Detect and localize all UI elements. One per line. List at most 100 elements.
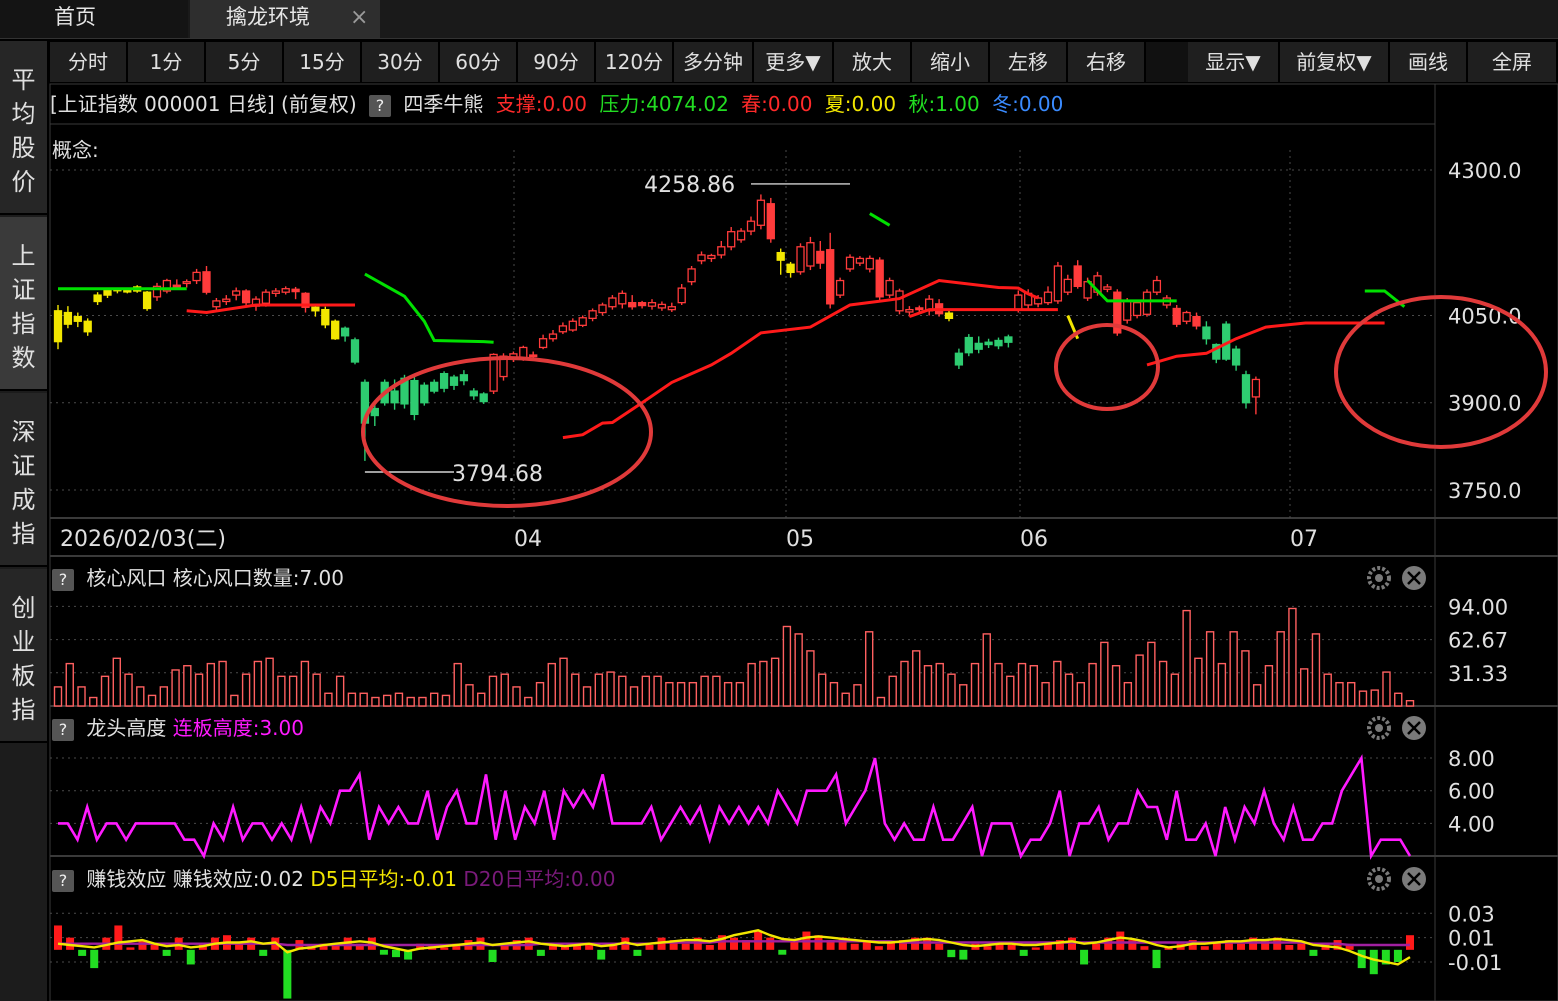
core-wind-bar — [582, 686, 592, 707]
candle-body — [875, 259, 884, 298]
panel2-title: 龙头高度 — [86, 716, 167, 740]
core-wind-bar — [1100, 641, 1109, 707]
candle-body — [192, 271, 201, 282]
candle-body — [548, 333, 558, 340]
candle-body — [311, 306, 320, 312]
core-wind-bar — [477, 692, 486, 707]
candle-body — [558, 325, 568, 333]
core-wind-bar — [688, 681, 698, 707]
core-wind-bar — [171, 669, 180, 707]
candle-body — [350, 339, 360, 363]
p1-y-tick-label: 94.00 — [1448, 595, 1508, 619]
core-wind-bar — [806, 650, 815, 707]
main-y-tick-label: 3900.0 — [1448, 392, 1521, 416]
highlight-circle-3 — [1334, 295, 1548, 449]
candle-body — [1231, 348, 1241, 366]
core-wind-bar — [441, 694, 451, 707]
candle-body — [657, 303, 667, 309]
core-wind-bar — [959, 684, 968, 707]
core-wind-bar — [735, 681, 745, 707]
profit-effect-bar — [392, 949, 400, 958]
core-wind-bar — [136, 686, 145, 707]
panel-settings-icon[interactable] — [1367, 716, 1391, 740]
core-wind-bar — [124, 673, 133, 707]
core-wind-bar — [312, 673, 321, 707]
candle-body — [786, 263, 795, 274]
core-wind-bar — [1088, 662, 1097, 707]
panel1-value: 核心风口数量:7.00 — [172, 566, 344, 590]
candle-body — [628, 302, 637, 308]
profit-effect-bar — [597, 949, 606, 960]
panel2-help-icon[interactable]: ? — [52, 718, 74, 741]
core-wind-bar — [1276, 631, 1285, 707]
profit-effect-bar — [78, 949, 87, 956]
candle-body — [766, 203, 775, 240]
panel3-help-icon[interactable]: ? — [52, 869, 74, 892]
core-wind-bar — [1076, 681, 1086, 707]
core-wind-bar — [676, 681, 686, 707]
p1-y-tick-label: 62.67 — [1448, 629, 1508, 653]
core-wind-bar — [1135, 654, 1144, 707]
candle-body — [865, 257, 874, 270]
candle-body — [1073, 265, 1082, 288]
panel1-help-icon[interactable]: ? — [52, 568, 74, 591]
profit-effect-bar — [379, 949, 388, 955]
core-wind-bar — [1323, 673, 1332, 707]
candle-body — [806, 242, 815, 267]
core-wind-bar — [265, 657, 274, 707]
panel2-value: 连板高度:3.00 — [172, 716, 304, 740]
candle-body — [222, 298, 231, 303]
candle-body — [697, 254, 706, 262]
core-wind-bar — [1064, 673, 1074, 707]
panel3-d5: D5日平均:-0.01 — [310, 867, 457, 891]
candle-body — [63, 311, 73, 325]
core-wind-bar — [371, 696, 380, 707]
profit-effect-bar — [54, 925, 62, 950]
core-wind-bar — [453, 662, 462, 707]
profit-effect-bar — [959, 949, 968, 960]
candle-body — [885, 279, 894, 296]
candle-body — [103, 289, 112, 296]
profit-effect-bar — [1237, 943, 1245, 950]
core-wind-bar — [747, 662, 756, 707]
core-wind-bar — [900, 660, 909, 707]
chart-canvas[interactable]: 4300.04050.03900.03750.02026/02/03(二) 04 0… — [0, 0, 1558, 1001]
core-wind-bar — [865, 631, 874, 707]
p2-y-tick-label: 6.00 — [1448, 780, 1495, 804]
profit-effect-bar — [1357, 949, 1366, 969]
core-wind-bar — [112, 657, 121, 707]
core-wind-bar — [1347, 681, 1356, 707]
candle-body — [667, 306, 676, 311]
panel3-value: 赚钱效应:0.02 — [172, 867, 304, 891]
panel-settings-icon[interactable] — [1367, 566, 1391, 590]
candle-body — [964, 336, 973, 354]
core-wind-bar — [1264, 665, 1274, 707]
core-wind-bar — [230, 694, 239, 707]
candle-body — [123, 289, 132, 293]
candle-body — [340, 327, 350, 337]
candle-body — [459, 374, 469, 382]
candle-body — [182, 281, 191, 285]
candle-body — [1103, 286, 1112, 290]
panel-settings-icon[interactable] — [1367, 867, 1391, 891]
candle-body — [1152, 279, 1162, 293]
core-wind-bar — [218, 660, 227, 707]
core-wind-bar — [206, 662, 216, 707]
profit-effect-bar — [90, 949, 99, 969]
candle-body — [954, 352, 964, 366]
core-wind-bar — [629, 686, 639, 707]
core-wind-bar — [1335, 681, 1344, 707]
core-wind-bar — [1311, 633, 1321, 707]
candle-body — [1123, 300, 1132, 321]
panel-close-icon[interactable] — [1402, 867, 1426, 891]
candle-body — [1142, 291, 1152, 315]
panel-close-icon[interactable] — [1402, 566, 1426, 590]
panel-close-icon[interactable] — [1402, 716, 1426, 740]
core-wind-bar — [1288, 607, 1297, 707]
core-wind-bar — [1205, 631, 1215, 707]
core-wind-bar — [53, 686, 63, 707]
core-wind-bar — [1041, 681, 1050, 707]
core-wind-bar — [841, 692, 850, 707]
core-wind-bar — [1170, 673, 1180, 707]
profit-effect-bar — [730, 937, 738, 950]
